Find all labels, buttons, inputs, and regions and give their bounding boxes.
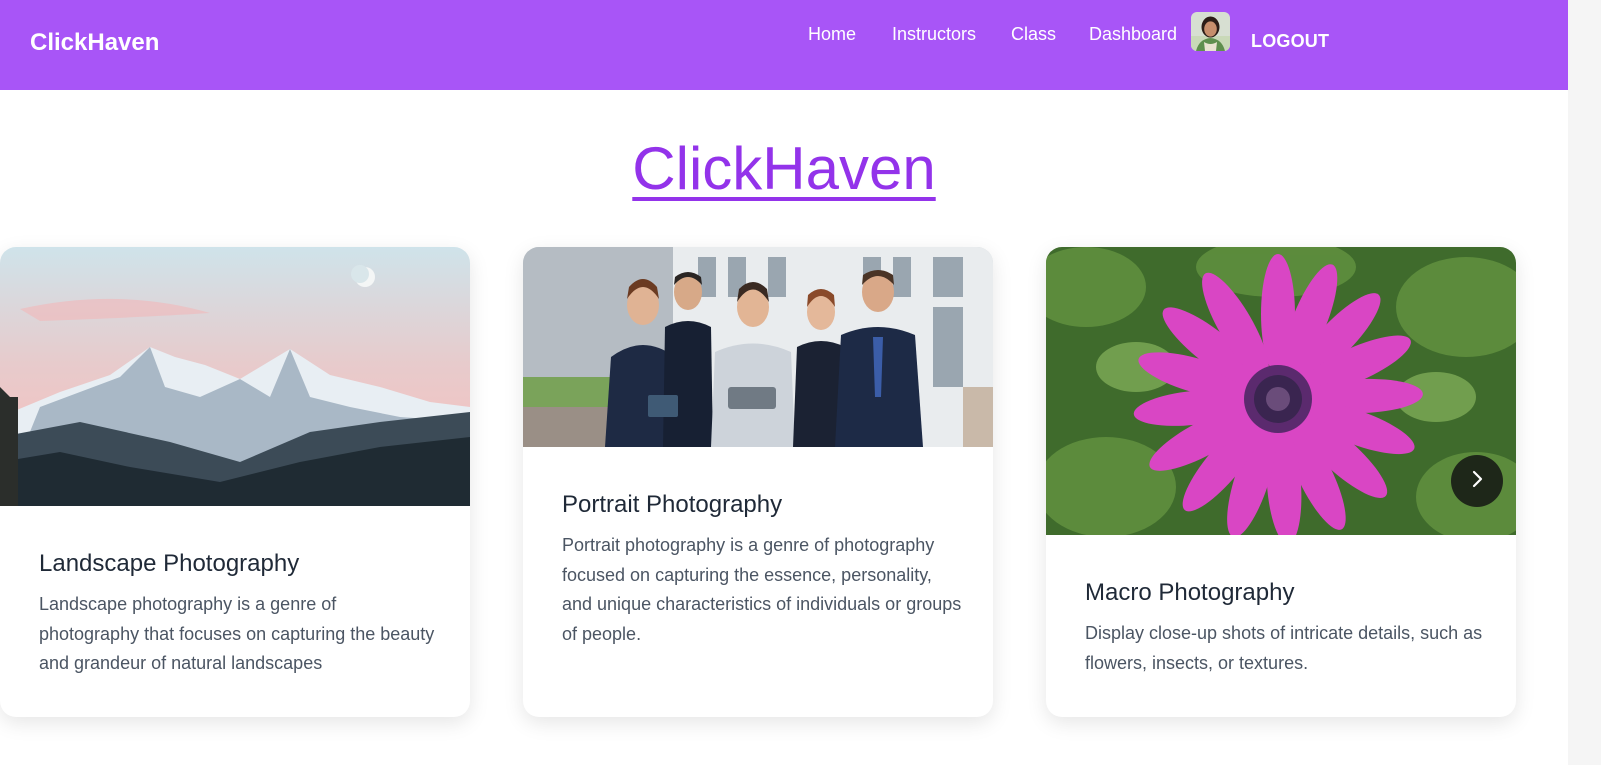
landscape-image (0, 247, 470, 506)
class-card-landscape[interactable]: Landscape Photography Landscape photogra… (0, 247, 470, 717)
card-title: Portrait Photography (562, 491, 783, 518)
macro-image (1046, 247, 1516, 535)
brand-logo[interactable]: ClickHaven (30, 29, 159, 57)
nav-dashboard[interactable]: Dashboard (1089, 24, 1177, 45)
card-title: Landscape Photography (39, 550, 300, 577)
hero-title-wrapper: ClickHaven (0, 134, 1568, 203)
portrait-image (523, 247, 993, 447)
carousel-next-button[interactable] (1451, 455, 1503, 507)
user-avatar[interactable] (1191, 12, 1230, 51)
card-title: Macro Photography (1085, 579, 1295, 606)
class-card-macro[interactable]: Macro Photography Display close-up shots… (1046, 247, 1516, 717)
nav-class[interactable]: Class (1011, 24, 1056, 45)
nav-home[interactable]: Home (808, 24, 856, 45)
hero-title-link[interactable]: ClickHaven (632, 135, 935, 202)
class-card-portrait[interactable]: Portrait Photography Portrait photograph… (523, 247, 993, 717)
card-description: Portrait photography is a genre of photo… (562, 535, 962, 644)
page-scrollbar[interactable] (1568, 0, 1601, 765)
navbar: ClickHaven Home Instructors Class Dashbo… (0, 0, 1568, 90)
card-description: Landscape photography is a genre of phot… (39, 594, 435, 673)
card-description: Display close-up shots of intricate deta… (1085, 623, 1483, 673)
nav-instructors[interactable]: Instructors (892, 24, 976, 45)
logout-button[interactable]: LOGOUT (1251, 31, 1329, 52)
chevron-right-icon (1467, 469, 1487, 494)
